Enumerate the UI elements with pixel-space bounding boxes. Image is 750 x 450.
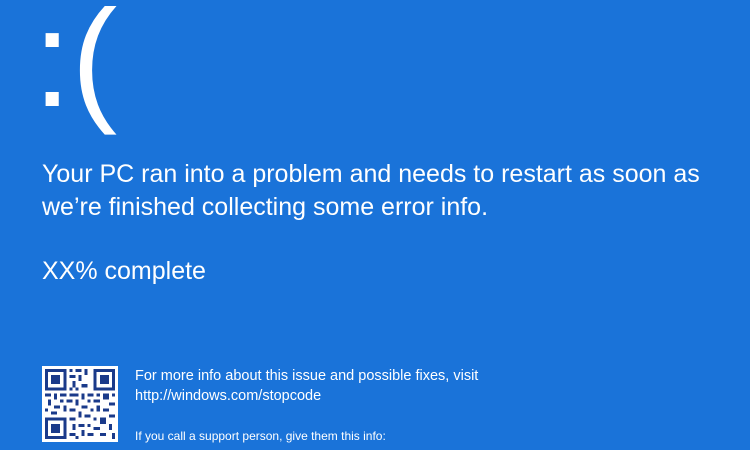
support-info-text: If you call a support person, give them … xyxy=(135,429,386,443)
error-message: Your PC ran into a problem and needs to … xyxy=(42,160,700,221)
stopcode-link[interactable]: http://windows.com/stopcode xyxy=(135,386,478,406)
sad-face-emoticon: :( xyxy=(33,0,118,136)
more-info-text: For more info about this issue and possi… xyxy=(135,368,479,384)
progress-text: XX% complete xyxy=(42,257,206,285)
qr-code-icon xyxy=(42,366,118,442)
bsod-screen: :( Your PC ran into a problem and needs … xyxy=(0,0,750,450)
more-info-block: For more info about this issue and possi… xyxy=(135,366,478,406)
